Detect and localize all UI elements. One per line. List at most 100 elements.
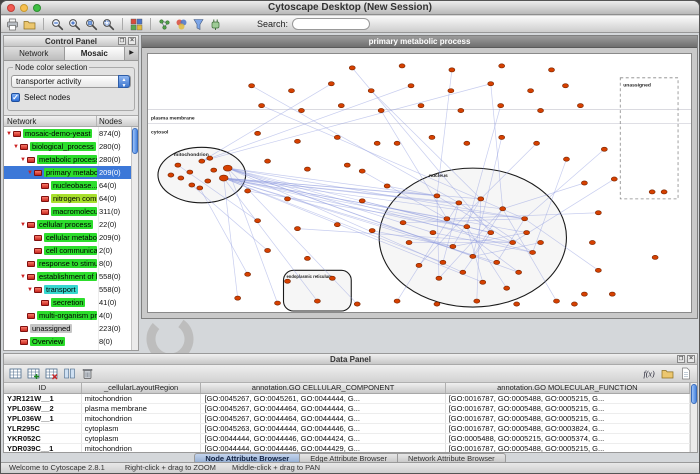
- graph-node[interactable]: [516, 270, 522, 274]
- graph-node[interactable]: [504, 286, 510, 290]
- graph-node[interactable]: [265, 159, 271, 163]
- expand-arrow-icon[interactable]: ▼: [27, 287, 34, 293]
- graph-node[interactable]: [344, 163, 350, 167]
- graph-node[interactable]: [534, 141, 540, 145]
- graph-node[interactable]: [304, 256, 310, 260]
- graph-node[interactable]: [245, 189, 251, 193]
- graph-node[interactable]: [394, 299, 400, 303]
- graph-node[interactable]: [399, 64, 405, 68]
- graph-node[interactable]: [314, 299, 320, 303]
- tree-row-primary-metabo[interactable]: ▼primary metabo209(0): [4, 166, 138, 179]
- table-row[interactable]: YDR039C__1mitochondrion[GO:0044444, GO:0…: [4, 444, 690, 452]
- tree-row-biological-process[interactable]: ▼biological_process280(0): [4, 140, 138, 153]
- import-attributes-icon[interactable]: [660, 366, 675, 381]
- graph-node[interactable]: [434, 194, 440, 198]
- filter-icon[interactable]: [191, 17, 206, 32]
- expand-arrow-icon[interactable]: ▼: [13, 144, 20, 150]
- float-panel-icon[interactable]: [118, 37, 126, 45]
- graph-node[interactable]: [563, 157, 569, 161]
- graph-node[interactable]: [488, 82, 494, 86]
- graph-node[interactable]: [298, 108, 304, 112]
- graph-edge[interactable]: [202, 84, 491, 161]
- create-attribute-icon[interactable]: [26, 366, 41, 381]
- graph-node[interactable]: [661, 190, 667, 194]
- table-row[interactable]: YKR052Ccytoplasm[GO:0044444, GO:0044446,…: [4, 434, 690, 444]
- graph-node[interactable]: [168, 173, 174, 177]
- column-cellular-layout-region[interactable]: _cellularLayoutRegion: [82, 383, 202, 393]
- graph-node[interactable]: [440, 260, 446, 264]
- tree-row-multi-organism-pro[interactable]: multi-organism pro...4(0): [4, 309, 138, 322]
- import-network-icon[interactable]: [22, 17, 37, 32]
- plugins-icon[interactable]: [208, 17, 223, 32]
- graph-node[interactable]: [500, 207, 506, 211]
- tree-row-macromolecule[interactable]: macromolecule...311(0): [4, 205, 138, 218]
- graph-node[interactable]: [205, 179, 211, 183]
- graph-node[interactable]: [478, 197, 484, 201]
- expand-arrow-icon[interactable]: ▼: [6, 131, 13, 137]
- tab-scroll-right-icon[interactable]: [125, 47, 138, 60]
- graph-edge[interactable]: [202, 84, 332, 161]
- graph-node[interactable]: [611, 177, 617, 181]
- table-row[interactable]: YJR121W__1mitochondrion[GO:0045267, GO:0…: [4, 394, 690, 404]
- graph-node[interactable]: [265, 248, 271, 252]
- graph-node[interactable]: [444, 217, 450, 221]
- zoom-out-icon[interactable]: [50, 17, 65, 32]
- graph-node[interactable]: [288, 89, 294, 93]
- graph-node[interactable]: [338, 104, 344, 108]
- close-window-icon[interactable]: [7, 4, 15, 12]
- attribute-dropdown[interactable]: transporter activity: [11, 75, 131, 88]
- graph-node[interactable]: [434, 302, 440, 306]
- graph-node[interactable]: [368, 89, 374, 93]
- graph-node[interactable]: [416, 263, 422, 267]
- graph-node[interactable]: [255, 219, 261, 223]
- column-go-molecular-function[interactable]: annotation.GO MOLECULAR_FUNCTION: [446, 383, 690, 393]
- table-row[interactable]: YLR295Ccytoplasm[GO:0045263, GO:0044444,…: [4, 424, 690, 434]
- tree-row-secretion[interactable]: secretion41(0): [4, 296, 138, 309]
- attribute-file-icon[interactable]: [678, 366, 693, 381]
- table-row[interactable]: YPL036W__1mitochondrion[GO:0045267, GO:0…: [4, 414, 690, 424]
- visible-columns-icon[interactable]: [62, 366, 77, 381]
- graph-node[interactable]: [430, 231, 436, 235]
- graph-node[interactable]: [175, 163, 181, 167]
- delete-attribute-icon[interactable]: [44, 366, 59, 381]
- close-panel-icon[interactable]: [687, 355, 695, 363]
- tree-row-cellular-process[interactable]: ▼cellular process22(0): [4, 218, 138, 231]
- graph-node[interactable]: [328, 82, 334, 86]
- graph-node[interactable]: [549, 68, 555, 72]
- graph-node[interactable]: [187, 170, 193, 174]
- graph-node[interactable]: [480, 280, 486, 284]
- scrollbar-thumb[interactable]: [132, 128, 138, 154]
- graph-node[interactable]: [275, 301, 281, 305]
- graph-node[interactable]: [538, 108, 544, 112]
- tree-row-establishment-of-lo[interactable]: ▼establishment of lo...558(0): [4, 270, 138, 283]
- tree-row-nucleobase[interactable]: nucleobase...64(0): [4, 179, 138, 192]
- tree-row-transport[interactable]: ▼transport558(0): [4, 283, 138, 296]
- graph-node[interactable]: [245, 272, 251, 276]
- window-titlebar[interactable]: Cytoscape Desktop (New Session): [1, 1, 699, 15]
- graph-node[interactable]: [510, 240, 516, 244]
- graph-node[interactable]: [470, 254, 476, 258]
- graph-node[interactable]: [488, 231, 494, 235]
- graph-node[interactable]: [649, 190, 655, 194]
- graph-node[interactable]: [448, 89, 454, 93]
- graph-node[interactable]: [294, 227, 300, 231]
- graph-edge[interactable]: [224, 178, 318, 301]
- graph-node[interactable]: [418, 104, 424, 108]
- graph-node[interactable]: [197, 186, 203, 190]
- dropdown-arrows-icon[interactable]: [118, 75, 130, 88]
- graph-node[interactable]: [178, 176, 184, 180]
- graph-node[interactable]: [255, 131, 261, 135]
- graph-node[interactable]: [530, 250, 536, 254]
- graph-node[interactable]: [294, 139, 300, 143]
- data-panel-header[interactable]: Data Panel: [4, 354, 697, 365]
- graph-node[interactable]: [374, 141, 380, 145]
- column-nodes[interactable]: Nodes: [97, 116, 138, 126]
- select-attributes-icon[interactable]: [8, 366, 23, 381]
- graph-edge[interactable]: [200, 188, 248, 274]
- graph-node[interactable]: [354, 302, 360, 306]
- graph-node[interactable]: [334, 223, 340, 227]
- graph-node[interactable]: [595, 268, 601, 272]
- graph-node[interactable]: [384, 184, 390, 188]
- graph-node[interactable]: [189, 183, 195, 187]
- graph-node[interactable]: [458, 108, 464, 112]
